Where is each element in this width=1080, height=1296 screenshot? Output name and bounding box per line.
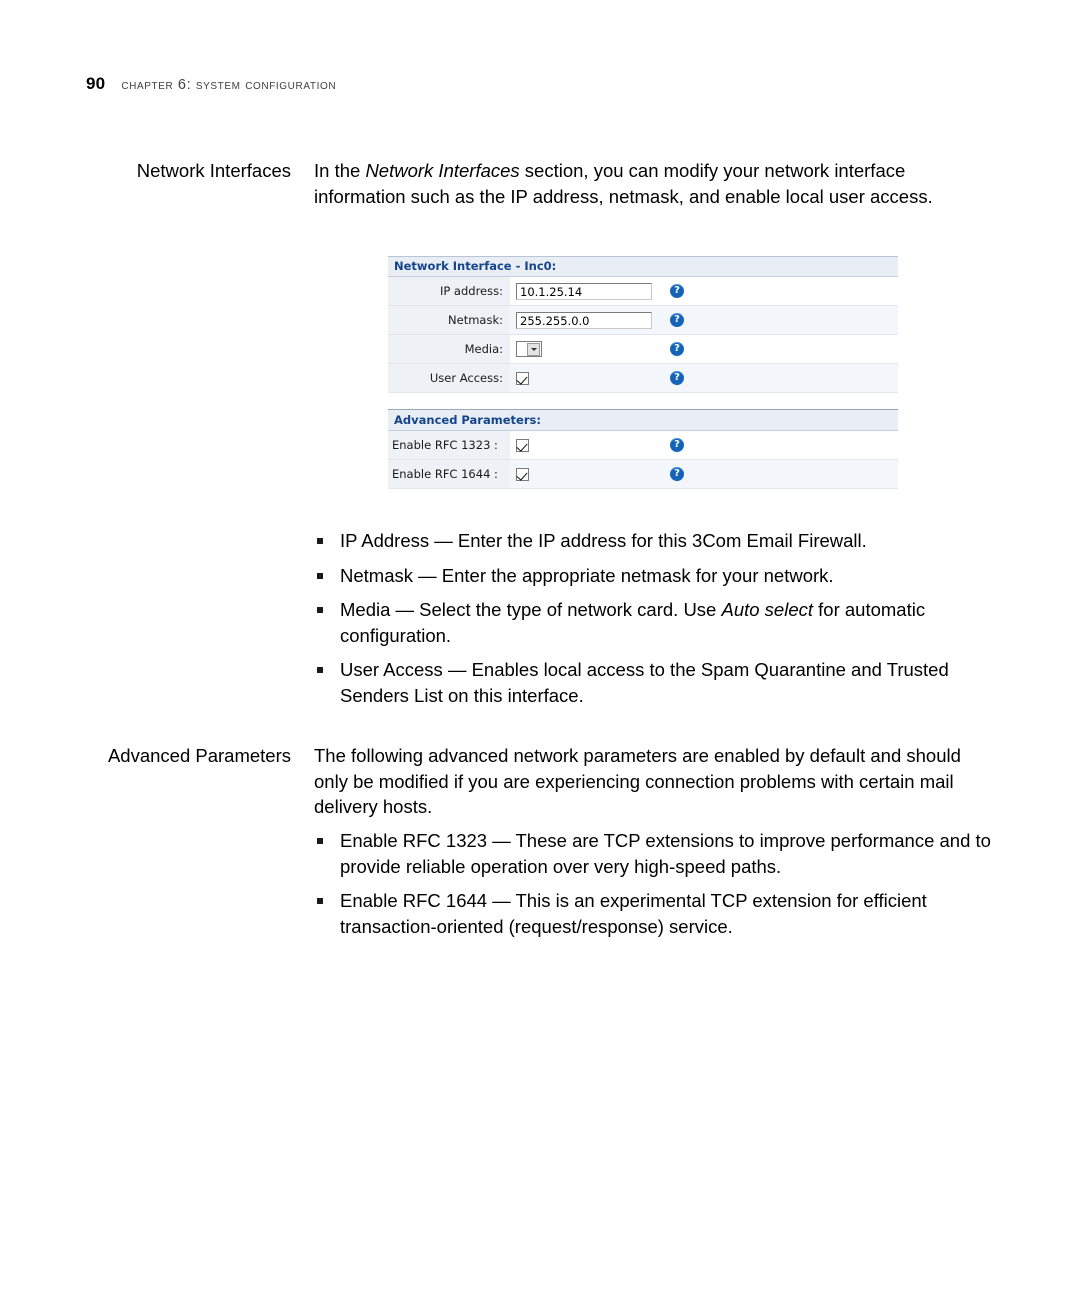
label-media: Media: <box>388 335 510 363</box>
bullet-square-icon <box>317 667 323 673</box>
list-item-text: Netmask — Enter the appropriate netmask … <box>340 564 834 586</box>
panel-title: Network Interface - Inc0: <box>388 257 898 277</box>
list-item-text: Enable RFC 1644 — This is an experimenta… <box>340 890 927 937</box>
bullet-square-icon <box>317 538 323 544</box>
row-filler <box>702 364 898 392</box>
field-row-ip-address: IP address: 10.1.25.14 ? <box>388 277 898 306</box>
ip-address-input[interactable]: 10.1.25.14 <box>516 282 652 300</box>
paragraph-network-interfaces: In the Network Interfaces section, you c… <box>314 158 986 209</box>
help-icon[interactable]: ? <box>670 467 684 481</box>
media-field-cell <box>510 335 658 363</box>
label-rfc-1644: Enable RFC 1644 : <box>388 460 510 488</box>
user-access-field-cell <box>510 364 658 392</box>
help-icon[interactable]: ? <box>670 371 684 385</box>
row-filler <box>702 306 898 334</box>
list-item-text-italic: Auto select <box>721 599 814 620</box>
row-filler <box>702 335 898 363</box>
section-label-network-interfaces: Network Interfaces <box>136 160 291 181</box>
bullet-square-icon <box>317 572 323 579</box>
list-item-text: Media — Select the type of network card.… <box>340 599 722 620</box>
rfc-1323-field-cell <box>510 431 658 459</box>
page-header: 90 CHAPTER 6: SYSTEM CONFIGURATION <box>86 74 336 94</box>
help-icon[interactable]: ? <box>670 313 684 327</box>
bullet-square-icon <box>317 607 323 613</box>
help-cell-user-access: ? <box>658 364 702 392</box>
help-cell-media: ? <box>658 335 702 363</box>
paragraph-text-part-1: In the <box>314 160 366 181</box>
field-row-rfc-1323: Enable RFC 1323 : ? <box>388 431 898 460</box>
rfc-1644-checkbox[interactable] <box>516 467 529 481</box>
list-item-text: User Access — Enables local access to th… <box>340 659 949 706</box>
list-item: Media — Select the type of network card.… <box>314 597 994 648</box>
panel-subtitle-advanced-parameters: Advanced Parameters: <box>388 410 898 431</box>
netmask-input[interactable]: 255.255.0.0 <box>516 311 652 329</box>
field-row-user-access: User Access: ? <box>388 364 898 393</box>
chevron-down-icon <box>527 342 540 356</box>
list-item: IP Address — Enter the IP address for th… <box>314 528 994 554</box>
bullet-list-advanced-parameters: Enable RFC 1323 — These are TCP extensio… <box>314 828 994 939</box>
list-item: Enable RFC 1323 — These are TCP extensio… <box>314 828 994 879</box>
field-row-rfc-1644: Enable RFC 1644 : ? <box>388 460 898 489</box>
chapter-title: CHAPTER 6: SYSTEM CONFIGURATION <box>121 77 337 93</box>
bullet-list-network-interfaces: IP Address — Enter the IP address for th… <box>314 528 994 708</box>
row-filler <box>702 277 898 305</box>
page-number: 90 <box>86 74 106 93</box>
list-item: User Access — Enables local access to th… <box>314 657 994 708</box>
network-interface-panel: Network Interface - Inc0: IP address: 10… <box>388 256 898 489</box>
rfc-1323-checkbox[interactable] <box>516 438 529 452</box>
help-cell-rfc-1644: ? <box>658 460 702 488</box>
label-user-access: User Access: <box>388 364 510 392</box>
paragraph-advanced-parameters: The following advanced network parameter… <box>314 745 961 817</box>
list-item-text: IP Address — Enter the IP address for th… <box>340 530 867 551</box>
media-dropdown[interactable] <box>516 341 542 357</box>
label-rfc-1323: Enable RFC 1323 : <box>388 431 510 459</box>
help-cell-rfc-1323: ? <box>658 431 702 459</box>
label-ip-address: IP address: <box>388 277 510 305</box>
help-icon[interactable]: ? <box>670 342 684 356</box>
help-icon[interactable]: ? <box>670 284 684 298</box>
paragraph-text-italic: Network Interfaces <box>365 160 520 181</box>
bullet-square-icon <box>317 838 323 844</box>
list-item: Netmask — Enter the appropriate netmask … <box>314 563 994 589</box>
rfc-1644-field-cell <box>510 460 658 488</box>
netmask-field-cell: 255.255.0.0 <box>510 306 658 334</box>
row-filler <box>702 431 898 459</box>
help-icon[interactable]: ? <box>670 438 684 452</box>
row-filler <box>702 460 898 488</box>
ip-address-field-cell: 10.1.25.14 <box>510 277 658 305</box>
panel-divider <box>388 393 898 410</box>
user-access-checkbox[interactable] <box>516 371 529 385</box>
list-item: Enable RFC 1644 — This is an experimenta… <box>314 888 994 939</box>
help-cell-ip-address: ? <box>658 277 702 305</box>
list-item-text: Enable RFC 1323 — These are TCP extensio… <box>340 830 991 877</box>
label-netmask: Netmask: <box>388 306 510 334</box>
field-row-netmask: Netmask: 255.255.0.0 ? <box>388 306 898 335</box>
section-label-advanced-parameters: Advanced Parameters <box>107 745 291 766</box>
bullet-square-icon <box>317 898 323 904</box>
help-cell-netmask: ? <box>658 306 702 334</box>
field-row-media: Media: ? <box>388 335 898 364</box>
